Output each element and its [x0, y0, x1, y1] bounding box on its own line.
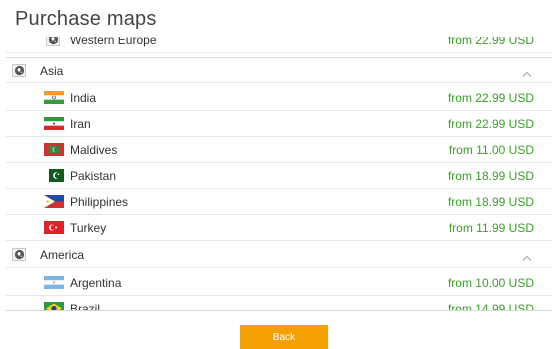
country-price: from 22.99 USD [447, 91, 534, 105]
maps-list[interactable]: Western Europe from 22.99 USD Asia India… [6, 37, 552, 310]
country-price: from 10.00 USD [447, 276, 534, 290]
country-price: from 11.00 USD [448, 143, 534, 157]
group-header-asia[interactable]: Asia [6, 57, 552, 83]
globe-icon [12, 248, 26, 261]
iran-flag-icon [44, 117, 64, 130]
argentina-flag-icon [44, 276, 64, 289]
country-price: from 22.99 USD [447, 37, 534, 47]
country-name: Argentina [70, 276, 122, 290]
group-header-america[interactable]: America [6, 242, 552, 268]
country-name: Brazil [70, 302, 101, 310]
group-label: Asia [40, 64, 64, 78]
country-price: from 11.99 USD [448, 221, 534, 235]
list-item-argentina[interactable]: Argentina from 10.00 USD [6, 270, 552, 296]
list-item-western-europe[interactable]: Western Europe from 22.99 USD [6, 37, 552, 53]
country-name: Western Europe [70, 37, 157, 47]
country-price: from 14.99 USD [447, 302, 534, 310]
list-item-india[interactable]: India from 22.99 USD [6, 85, 552, 111]
country-name: Turkey [70, 221, 107, 235]
maldives-flag-icon [44, 143, 64, 156]
list-item-iran[interactable]: Iran from 22.99 USD [6, 111, 552, 137]
group-label: America [40, 248, 85, 262]
list-item-brazil[interactable]: Brazil from 14.99 USD [6, 296, 552, 310]
list-item-turkey[interactable]: Turkey from 11.99 USD [6, 215, 552, 241]
list-item-maldives[interactable]: Maldives from 11.00 USD [6, 137, 552, 163]
list-item-philippines[interactable]: Philippines from 18.99 USD [6, 189, 552, 215]
page-title: Purchase maps [15, 8, 157, 30]
chevron-up-icon[interactable] [522, 65, 532, 83]
globe-icon [46, 37, 60, 46]
country-price: from 18.99 USD [447, 169, 534, 183]
country-name: Pakistan [70, 169, 117, 183]
country-price: from 22.99 USD [447, 117, 534, 131]
country-name: Philippines [70, 195, 129, 209]
country-name: Iran [70, 117, 91, 131]
country-name: India [70, 91, 97, 105]
india-flag-icon [44, 91, 64, 104]
list-divider [6, 310, 552, 311]
list-item-pakistan[interactable]: Pakistan from 18.99 USD [6, 163, 552, 189]
country-price: from 18.99 USD [447, 195, 534, 209]
chevron-up-icon[interactable] [522, 249, 532, 267]
globe-icon [12, 64, 26, 77]
brazil-flag-icon [44, 302, 64, 310]
back-button[interactable]: Back [240, 325, 328, 349]
turkey-flag-icon [44, 221, 64, 234]
pakistan-flag-icon [44, 169, 64, 182]
philippines-flag-icon [44, 195, 64, 208]
country-name: Maldives [70, 143, 118, 157]
